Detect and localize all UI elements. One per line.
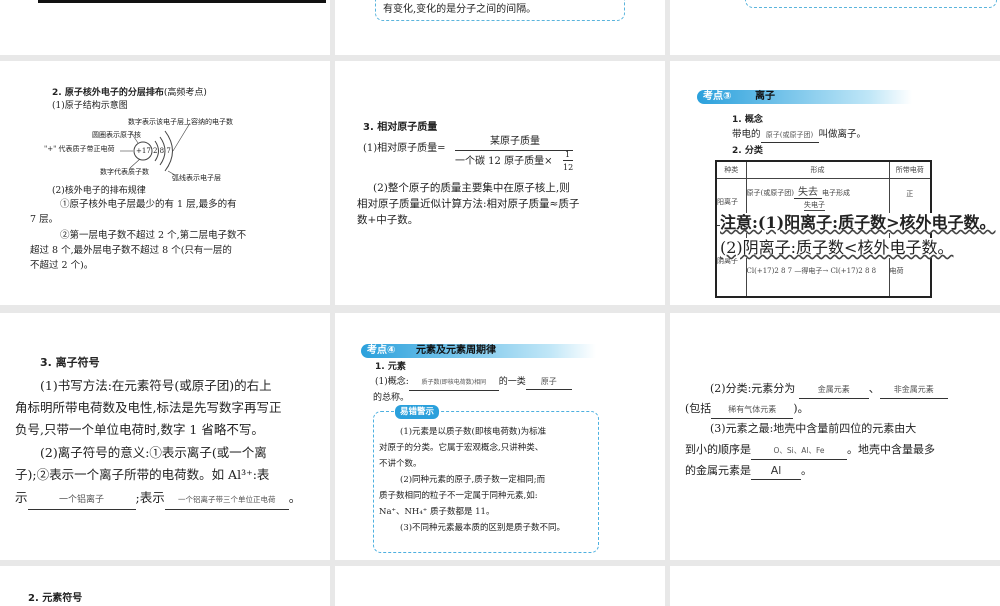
text: 不超过 2 个)。 bbox=[30, 260, 94, 271]
text: 到小的顺序是 O、Si、Al、Fe 。地壳中含量最多 bbox=[685, 442, 935, 460]
text: 超过 8 个,最外层电子数不超过 8 个(只有一层的 bbox=[30, 245, 232, 256]
slide-thumb-2[interactable]: 有变化,变化的是分子之间的间隔。 bbox=[335, 0, 665, 55]
heading: 2. 元素符号 bbox=[28, 593, 83, 604]
text: (2)整个原子的质量主要集中在原子核上,则 bbox=[373, 182, 570, 194]
warning-text: 不讲个数。 bbox=[379, 459, 422, 469]
formula-numerator: 某原子质量 bbox=[490, 136, 540, 147]
subheading: (2)核外电子的排布规律 bbox=[52, 186, 146, 196]
slide-thumb-8[interactable]: 考点④ 元素及元素周期律 1. 元素 (1)概念: 质子数(即核电荷数)相同 的一类原… bbox=[335, 313, 665, 560]
concept-line: 带电的 原子(或原子团) 叫做离子。 bbox=[732, 128, 866, 143]
warning-text: (3)不同种元素最本质的区别是质子数不同。 bbox=[400, 523, 566, 533]
fraction-denominator: 12 bbox=[563, 160, 574, 175]
heading: 2. 原子核外电子的分层排布(高频考点) bbox=[52, 88, 207, 98]
concept-line: (1)概念: 质子数(即核电荷数)相同 的一类 原子 bbox=[375, 375, 572, 391]
slide-thumb-3[interactable] bbox=[670, 0, 1000, 55]
warning-text: (2)同种元素的原子,质子数一定相同;而 bbox=[400, 475, 546, 485]
note-line-1: 注意:(1)阳离子:质子数>核外电子数。 bbox=[720, 213, 996, 233]
text: (包括 稀有气体元素)。 bbox=[685, 401, 809, 419]
label: 弧线表示电子层 bbox=[172, 174, 221, 182]
slide-thumb-12[interactable] bbox=[670, 566, 1000, 606]
heading: 3. 离子符号 bbox=[40, 356, 100, 369]
text: 负号,只带一个单位电荷时,数字 1 省略不写。 bbox=[15, 422, 264, 437]
fraction-bar bbox=[455, 150, 573, 151]
warning-text: 对原子的分类。它属于宏观概念,只讲种类、 bbox=[379, 443, 544, 453]
label: 数字表示该电子层上容纳的电子数 bbox=[128, 118, 233, 126]
warning-text: (1)元素是以质子数(即核电荷数)为标准 bbox=[400, 427, 547, 437]
text: 7 层。 bbox=[30, 214, 59, 225]
label: 圆圈表示原子核 bbox=[92, 131, 141, 139]
text: (1)书写方法:在元素符号(或原子团)的右上 bbox=[40, 378, 272, 393]
label: 数字代表质子数 bbox=[100, 168, 149, 176]
slide-thumb-6[interactable]: 考点③ 离子 1. 概念 带电的 原子(或原子团) 叫做离子。 2. 分类 种类 形成所… bbox=[670, 61, 1000, 305]
formula-label: (1)相对原子质量= bbox=[363, 143, 446, 154]
text: 角标明所带电荷数及电性,标法是先写数字再写正 bbox=[15, 400, 282, 415]
section-badge: 考点④ 元素及元素周期律 bbox=[361, 344, 596, 358]
label: "+" 代表质子带正电荷 bbox=[44, 145, 115, 153]
text: 示一个铝离子 ;表示 一个铝离子带三个单位正电荷。 bbox=[15, 489, 301, 510]
slide-thumb-11[interactable] bbox=[335, 566, 665, 606]
heading: 3. 相对原子质量 bbox=[363, 122, 438, 133]
section-badge: 考点③ 离子 bbox=[697, 90, 912, 104]
slide-thumb-10[interactable]: 2. 元素符号 bbox=[0, 566, 330, 606]
warning-badge: 易错警示 bbox=[395, 405, 440, 419]
text: ①原子核外电子层最少的有 1 层,最多的有 bbox=[60, 199, 237, 210]
label: 2 8 7 bbox=[153, 147, 171, 155]
text: (2)分类:元素分为 金属元素、非金属元素 bbox=[710, 381, 948, 399]
text: (2)离子符号的意义:①表示离子(或一个离 bbox=[40, 445, 267, 460]
black-bar bbox=[38, 0, 326, 3]
note-text: 有变化,变化的是分子之间的间隔。 bbox=[383, 4, 537, 15]
text: 的金属元素是 Al。 bbox=[685, 463, 812, 480]
text: 数+中子数。 bbox=[357, 214, 419, 226]
formula-denominator: 一个碳 12 原子质量× bbox=[455, 156, 553, 167]
warning-text: Na⁺、NH₄⁺ 质子数都是 11。 bbox=[379, 507, 495, 517]
lose-electron-label: 失电子 bbox=[804, 201, 825, 211]
text: 子);②表示一个离子所带的电荷数。如 Al³⁺:表 bbox=[15, 467, 270, 482]
slide-thumb-9[interactable]: (2)分类:元素分为 金属元素、非金属元素 (包括 稀有气体元素)。 (3)元素之… bbox=[670, 313, 1000, 560]
note-box bbox=[745, 0, 997, 8]
note-line-2: (2)阴离子:质子数<核外电子数。 bbox=[720, 238, 954, 258]
subheading: (1)原子结构示意图 bbox=[52, 101, 128, 111]
warning-text: 质子数相同的粒子不一定属于同种元素,如: bbox=[379, 491, 538, 501]
heading: 1. 概念 bbox=[732, 115, 763, 125]
text: ②第一层电子数不超过 2 个,第二层电子数不 bbox=[60, 230, 247, 241]
text: 的总称。 bbox=[373, 393, 410, 403]
slide-thumb-7[interactable]: 3. 离子符号 (1)书写方法:在元素符号(或原子团)的右上 角标明所带电荷数及… bbox=[0, 313, 330, 560]
heading: 2. 分类 bbox=[732, 146, 763, 156]
slide-thumb-4[interactable]: 2. 原子核外电子的分层排布(高频考点) (1)原子结构示意图 数字表示该电子层… bbox=[0, 61, 330, 305]
slide-thumb-5[interactable]: 3. 相对原子质量 (1)相对原子质量= 某原子质量 一个碳 12 原子质量× … bbox=[335, 61, 665, 305]
heading: 1. 元素 bbox=[375, 362, 406, 372]
label: +17 bbox=[136, 147, 151, 155]
slide-thumb-1[interactable] bbox=[0, 0, 330, 55]
text: 相对原子质量近似计算方法:相对原子质量≈质子 bbox=[357, 198, 580, 210]
text: (3)元素之最:地壳中含量前四位的元素由大 bbox=[710, 422, 917, 435]
